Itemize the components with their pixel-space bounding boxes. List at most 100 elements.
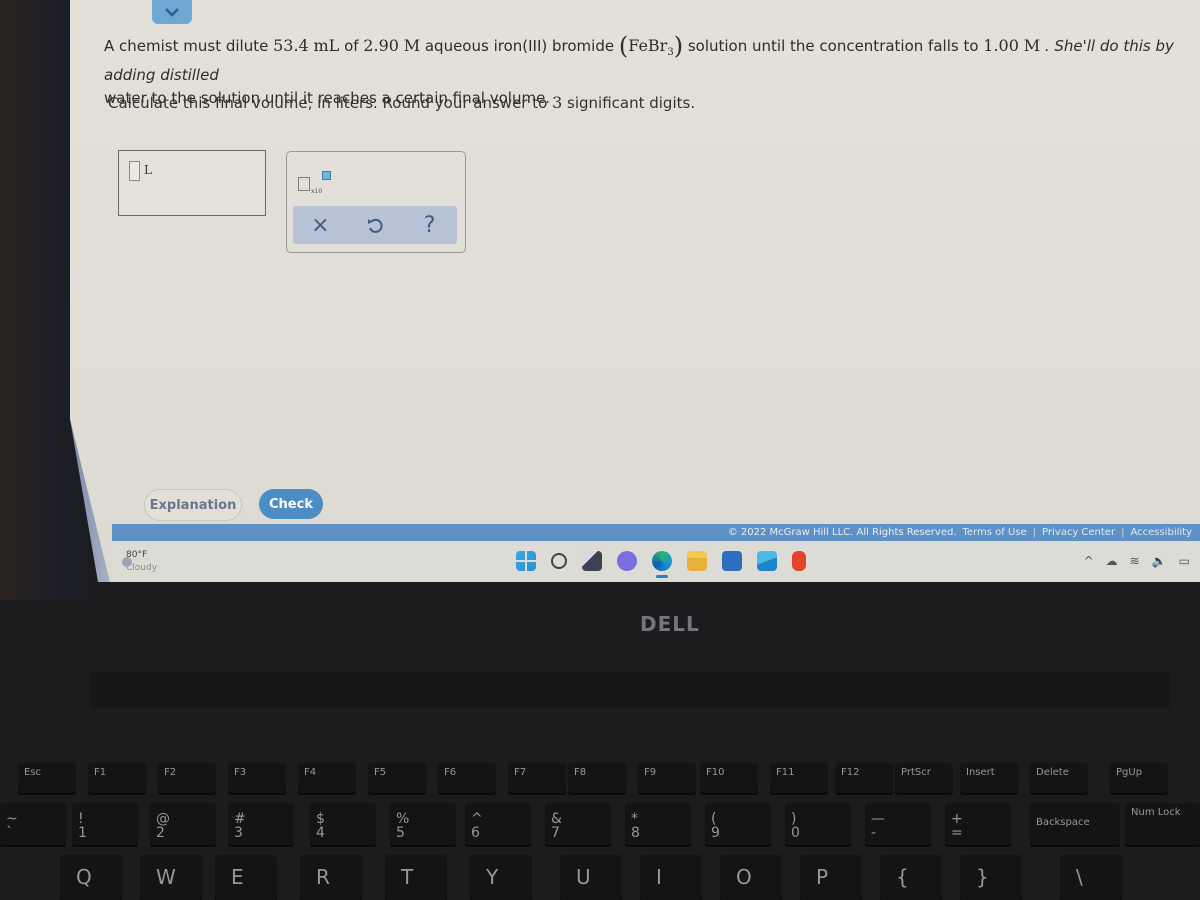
answer-input-area[interactable]: L xyxy=(118,150,266,216)
weather-widget[interactable]: 80°F Cloudy xyxy=(122,549,157,575)
battery-icon[interactable]: ▭ xyxy=(1179,554,1190,568)
scientific-notation-button[interactable]: x10 xyxy=(298,167,342,197)
key-fn-4[interactable]: F4 xyxy=(298,763,356,793)
key-letter-12[interactable]: \ xyxy=(1060,855,1122,900)
chat-icon[interactable] xyxy=(617,551,637,571)
key-label: 5 xyxy=(396,825,405,841)
key-fn-13[interactable]: PrtScr xyxy=(895,763,953,793)
key-letter-2[interactable]: E xyxy=(215,855,277,900)
key-num-0[interactable]: ~ ` xyxy=(0,803,66,845)
dell-logo: DELL xyxy=(640,612,700,636)
key-letter-10[interactable]: { xyxy=(880,855,942,900)
key-fn-16[interactable]: PgUp xyxy=(1110,763,1168,793)
windows-taskbar: 80°F Cloudy ^ ☁ ≋ 🔈 ▭ xyxy=(112,543,1200,581)
key-num-5[interactable]: % 5 xyxy=(390,803,456,845)
key-label: T xyxy=(401,865,414,889)
key-fn-12[interactable]: F12 xyxy=(835,763,893,793)
laptop-hinge xyxy=(90,672,1170,708)
key-letter-6[interactable]: U xyxy=(560,855,622,900)
key-fn-8[interactable]: F8 xyxy=(568,763,626,793)
key-num-6[interactable]: ^ 6 xyxy=(465,803,531,845)
explanation-button[interactable]: Explanation xyxy=(144,489,242,521)
mail-icon[interactable] xyxy=(757,551,777,571)
key-num-7[interactable]: & 7 xyxy=(545,803,611,845)
key-fn-0[interactable]: Esc xyxy=(18,763,76,793)
key-label: F11 xyxy=(776,767,795,778)
key-fn-3[interactable]: F3 xyxy=(228,763,286,793)
key-letter-5[interactable]: Y xyxy=(470,855,532,900)
key-fn-11[interactable]: F11 xyxy=(770,763,828,793)
chevron-up-icon[interactable]: ^ xyxy=(1084,554,1094,568)
key-fn-9[interactable]: F9 xyxy=(638,763,696,793)
microsoft-store-icon[interactable] xyxy=(722,551,742,571)
key-num-8[interactable]: * 8 xyxy=(625,803,691,845)
chevron-down-icon xyxy=(165,8,179,17)
key-fn-15[interactable]: Delete xyxy=(1030,763,1088,793)
key-label: P xyxy=(816,865,829,889)
key-num-2[interactable]: @2 xyxy=(150,803,216,845)
undo-button[interactable] xyxy=(359,209,391,241)
key-fn-7[interactable]: F7 xyxy=(508,763,566,793)
key-num-1[interactable]: ! 1 xyxy=(72,803,138,845)
key-numlock[interactable]: Num Lock xyxy=(1125,803,1200,845)
key-label: 9 xyxy=(711,825,720,841)
collapse-toggle[interactable] xyxy=(152,0,192,24)
onedrive-cloud-icon[interactable]: ☁ xyxy=(1106,554,1118,568)
key-label: F4 xyxy=(304,767,317,778)
key-label: Y xyxy=(486,865,499,889)
key-num-3[interactable]: #3 xyxy=(228,803,294,845)
answer-unit-label: L xyxy=(144,163,152,177)
answer-input[interactable] xyxy=(129,161,140,181)
key-label: F10 xyxy=(706,767,725,778)
key-label: Backspace xyxy=(1036,817,1090,828)
key-letter-7[interactable]: I xyxy=(640,855,702,900)
help-button[interactable]: ? xyxy=(414,209,446,241)
key-label: F9 xyxy=(644,767,657,778)
task-view-icon[interactable] xyxy=(582,551,602,571)
key-fn-10[interactable]: F10 xyxy=(700,763,758,793)
key-label: PgUp xyxy=(1116,767,1143,778)
key-letter-8[interactable]: O xyxy=(720,855,782,900)
windows-start-icon[interactable] xyxy=(516,551,536,571)
privacy-center-link[interactable]: Privacy Center xyxy=(1042,527,1115,538)
key-label: R xyxy=(316,865,330,889)
key-label: Insert xyxy=(966,767,995,778)
key-fn-5[interactable]: F5 xyxy=(368,763,426,793)
office-icon[interactable] xyxy=(792,551,806,571)
key-fn-6[interactable]: F6 xyxy=(438,763,496,793)
mantissa-box-icon xyxy=(298,177,310,191)
key-label: PrtScr xyxy=(901,767,931,778)
key-label: { xyxy=(896,865,909,889)
key-letter-4[interactable]: T xyxy=(385,855,447,900)
key-fn-14[interactable]: Insert xyxy=(960,763,1018,793)
key-num-9[interactable]: (9 xyxy=(705,803,771,845)
terms-of-use-link[interactable]: Terms of Use xyxy=(963,527,1027,538)
wifi-icon[interactable]: ≋ xyxy=(1130,554,1140,568)
key-letter-3[interactable]: R xyxy=(300,855,362,900)
key-label: U xyxy=(576,865,591,889)
key-backspace[interactable]: Backspace xyxy=(1030,803,1120,845)
file-explorer-icon[interactable] xyxy=(687,551,707,571)
key-letter-9[interactable]: P xyxy=(800,855,862,900)
edge-browser-icon[interactable] xyxy=(652,551,672,578)
key-letter-11[interactable]: } xyxy=(960,855,1022,900)
key-fn-1[interactable]: F1 xyxy=(88,763,146,793)
accessibility-link[interactable]: Accessibility xyxy=(1130,527,1192,538)
key-num-4[interactable]: $4 xyxy=(310,803,376,845)
chemical-formula: FeBr3 xyxy=(628,36,674,59)
key-num-10[interactable]: ) 0 xyxy=(785,803,851,845)
key-num-12[interactable]: + = xyxy=(945,803,1011,845)
key-label: 1 xyxy=(78,825,87,841)
check-button[interactable]: Check xyxy=(259,489,323,519)
key-fn-2[interactable]: F2 xyxy=(158,763,216,793)
key-num-11[interactable]: — - xyxy=(865,803,931,845)
key-letter-1[interactable]: W xyxy=(140,855,202,900)
exponent-box-icon xyxy=(322,171,331,180)
volume-icon[interactable]: 🔈 xyxy=(1152,554,1167,568)
clear-button[interactable]: × xyxy=(304,209,336,241)
key-letter-0[interactable]: Q xyxy=(60,855,122,900)
search-icon[interactable] xyxy=(551,553,567,569)
copyright-text: © 2022 McGraw Hill LLC. All Rights Reser… xyxy=(727,527,957,538)
key-label: Esc xyxy=(24,767,42,778)
key-label: O xyxy=(736,865,752,889)
